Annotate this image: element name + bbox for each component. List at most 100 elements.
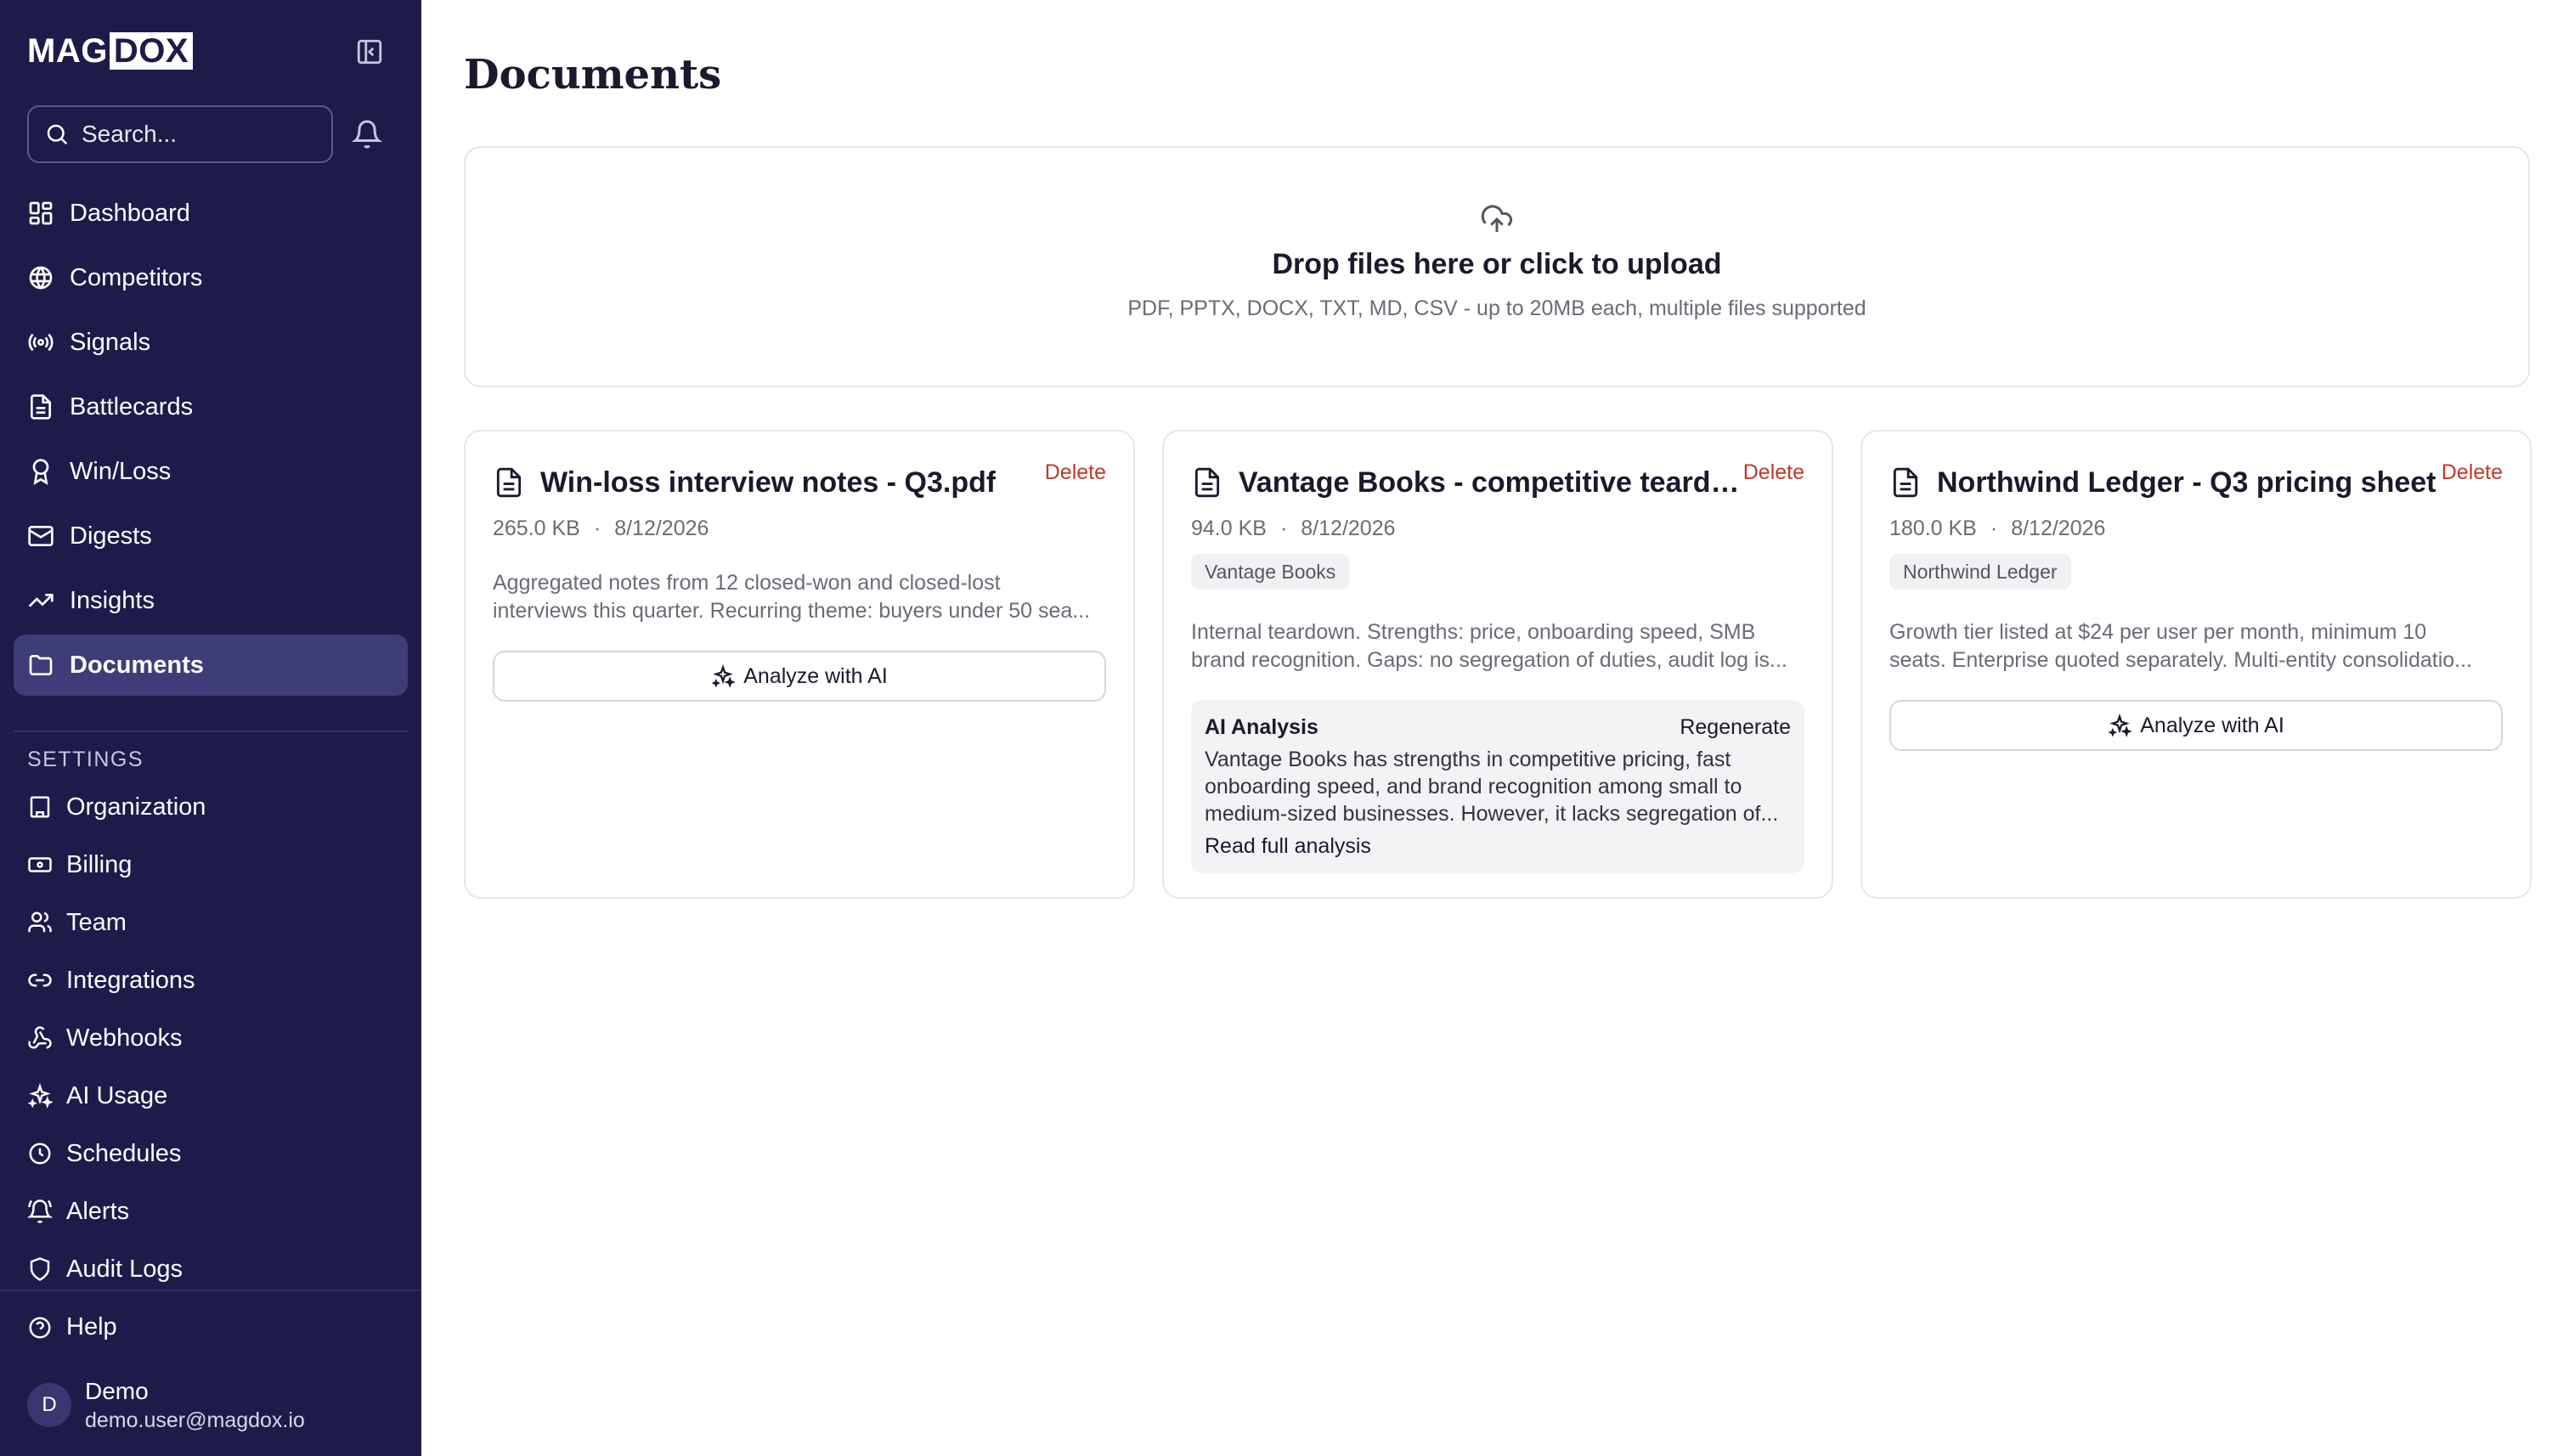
search-input[interactable]: Search... [27, 105, 333, 163]
page-title: Documents [464, 51, 722, 99]
mail-icon [28, 526, 54, 546]
settings-heading: SETTINGS [27, 748, 144, 771]
document-meta: 180.0 KB · 8/12/2026 [1889, 516, 2105, 541]
nav-item-digests[interactable]: Digests [14, 505, 408, 567]
description-line: interviews this quarter. Recurring theme… [493, 599, 1091, 623]
help-link[interactable]: Help [27, 1313, 117, 1341]
link-icon [28, 973, 52, 987]
description-line: Internal teardown. Strengths: price, onb… [1191, 620, 1756, 644]
sidebar-divider [14, 731, 408, 732]
notifications-button[interactable] [351, 119, 383, 150]
settings-item-ai-usage[interactable]: AI Usage [14, 1067, 408, 1125]
nav-label: Insights [70, 586, 155, 614]
settings-label: Alerts [66, 1197, 130, 1225]
settings-label: Schedules [66, 1139, 182, 1167]
analyze-with-ai-button[interactable]: Analyze with AI [493, 651, 1106, 702]
avatar: D [27, 1383, 71, 1427]
nav-item-win-loss[interactable]: Win/Loss [14, 441, 408, 502]
settings-item-schedules[interactable]: Schedules [14, 1125, 408, 1182]
document-meta: 94.0 KB · 8/12/2026 [1191, 516, 1396, 541]
description-line: Growth tier listed at $24 per user per m… [1889, 620, 2427, 644]
settings-label: AI Usage [66, 1081, 168, 1109]
user-info: Demo demo.user@magdox.io [85, 1376, 305, 1434]
file-text-icon [1893, 467, 1918, 498]
nav-label: Digests [70, 522, 152, 550]
settings-label: Organization [66, 793, 206, 821]
nav-label: Win/Loss [70, 457, 172, 485]
nav-label: Signals [70, 328, 151, 356]
nav-label: Dashboard [70, 199, 190, 227]
building-icon [30, 796, 50, 818]
document-card: Vantage Books - competitive teardown Del… [1162, 430, 1833, 899]
meta-separator: · [593, 516, 601, 540]
main-nav: Dashboard Competitors Signals Battlecard… [14, 183, 408, 699]
settings-label: Billing [66, 850, 133, 878]
nav-label: Battlecards [70, 392, 194, 420]
nav-item-battlecards[interactable]: Battlecards [14, 376, 408, 437]
document-name[interactable]: Northwind Ledger - Q3 pricing sheet [1937, 466, 2436, 499]
read-full-analysis-link[interactable]: Read full analysis [1205, 834, 1791, 859]
ai-analysis-text: Vantage Books has strengths in competiti… [1205, 746, 1791, 827]
analysis-line: onboarding speed, and brand recognition … [1205, 775, 1742, 799]
description-line: Aggregated notes from 12 closed-won and … [493, 571, 1001, 595]
nav-label: Documents [70, 651, 204, 679]
trending-up-icon [28, 594, 54, 607]
analyze-with-ai-button[interactable]: Analyze with AI [1889, 700, 2503, 751]
upload-dropzone[interactable]: Drop files here or click to upload PDF, … [464, 146, 2530, 387]
settings-label: Team [66, 908, 127, 936]
nav-item-documents[interactable]: Documents [14, 635, 408, 696]
settings-item-integrations[interactable]: Integrations [14, 951, 408, 1009]
analyze-label: Analyze with AI [2140, 713, 2284, 737]
document-name[interactable]: Vantage Books - competitive teardown [1239, 466, 1748, 499]
logo-text-mag: MAG [27, 31, 108, 70]
award-icon [32, 459, 49, 485]
clock-icon [29, 1143, 51, 1165]
document-header: Win-loss interview notes - Q3.pdf [493, 462, 1106, 503]
settings-label: Audit Logs [66, 1255, 184, 1283]
settings-item-organization[interactable]: Organization [14, 778, 408, 836]
settings-label: Integrations [66, 966, 195, 994]
cloud-upload-icon [1481, 205, 1513, 232]
settings-item-billing[interactable]: Billing [14, 836, 408, 894]
user-name: Demo [85, 1378, 149, 1404]
nav-item-insights[interactable]: Insights [14, 570, 408, 631]
document-name[interactable]: Win-loss interview notes - Q3.pdf [540, 466, 996, 499]
document-description: Internal teardown. Strengths: price, onb… [1191, 618, 1804, 674]
settings-nav: Organization Billing Team Integrations W… [14, 778, 408, 1298]
analyze-label: Analyze with AI [743, 663, 888, 688]
settings-item-alerts[interactable]: Alerts [14, 1182, 408, 1240]
delete-button[interactable]: Delete [1045, 460, 1106, 485]
competitor-tag[interactable]: Northwind Ledger [1889, 554, 2071, 590]
delete-button[interactable]: Delete [2442, 460, 2503, 485]
user-profile[interactable]: D Demo demo.user@magdox.io [27, 1376, 305, 1434]
nav-label: Competitors [70, 263, 203, 291]
document-description: Growth tier listed at $24 per user per m… [1889, 618, 2503, 674]
competitor-tag[interactable]: Vantage Books [1191, 554, 1350, 590]
settings-item-team[interactable]: Team [14, 894, 408, 951]
bell-ring-icon [27, 1199, 53, 1223]
nav-item-competitors[interactable]: Competitors [14, 247, 408, 308]
logo-text-dox: DOX [109, 32, 194, 70]
user-email: demo.user@magdox.io [85, 1408, 305, 1432]
upload-date: 8/12/2026 [614, 516, 709, 540]
file-size: 180.0 KB [1889, 516, 1977, 540]
document-header: Northwind Ledger - Q3 pricing sheet [1889, 462, 2503, 503]
sidebar-collapse-button[interactable] [355, 37, 384, 66]
magdox-logo[interactable]: MAG DOX [27, 31, 194, 70]
nav-item-signals[interactable]: Signals [14, 312, 408, 373]
delete-button[interactable]: Delete [1743, 460, 1804, 485]
nav-item-dashboard[interactable]: Dashboard [14, 183, 408, 244]
sparkles-icon [2108, 714, 2132, 737]
description-line: brand recognition. Gaps: no segregation … [1191, 648, 1787, 672]
file-text-icon [31, 394, 51, 420]
ai-analysis-panel: AI Analysis Regenerate Vantage Books has… [1191, 700, 1804, 873]
document-meta: 265.0 KB · 8/12/2026 [493, 516, 709, 541]
users-icon [28, 911, 52, 933]
settings-item-webhooks[interactable]: Webhooks [14, 1009, 408, 1067]
panel-left-icon [357, 39, 382, 65]
sidebar: MAG DOX Search... Dashboard Competitors S… [0, 0, 421, 1456]
dashboard-icon [29, 201, 53, 225]
radio-signal-icon [28, 333, 54, 352]
regenerate-button[interactable]: Regenerate [1680, 714, 1791, 741]
document-card: Win-loss interview notes - Q3.pdf Delete… [464, 430, 1135, 899]
